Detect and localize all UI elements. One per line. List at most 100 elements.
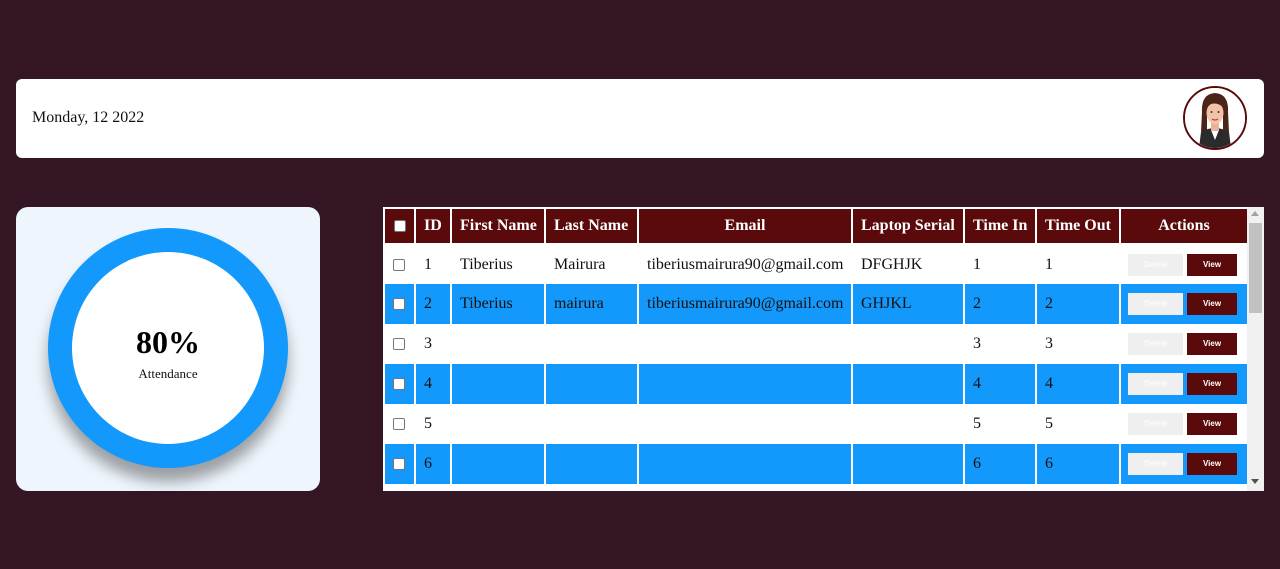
cell-time-out: 5 bbox=[1035, 404, 1121, 444]
view-button[interactable]: View bbox=[1187, 413, 1237, 435]
cell-time-out: 2 bbox=[1035, 284, 1121, 324]
cell-email bbox=[637, 364, 853, 404]
cell-id: 4 bbox=[414, 364, 452, 404]
view-button[interactable]: View bbox=[1187, 333, 1237, 355]
delete-button[interactable]: Delete bbox=[1128, 413, 1183, 435]
vertical-scrollbar[interactable] bbox=[1247, 207, 1264, 491]
cell-select bbox=[383, 444, 416, 484]
cell-actions: Delete View bbox=[1119, 284, 1249, 324]
table-row[interactable]: 4 4 4 Delete View bbox=[383, 364, 1249, 404]
column-header-actions: Actions bbox=[1119, 207, 1249, 245]
user-avatar-icon bbox=[1185, 88, 1245, 148]
cell-time-in: 6 bbox=[963, 444, 1037, 484]
cell-id: 6 bbox=[414, 444, 452, 484]
column-header-first-name[interactable]: First Name bbox=[450, 207, 546, 245]
cell-time-in: 4 bbox=[963, 364, 1037, 404]
cell-email: tiberiusmairura90@gmail.com bbox=[637, 244, 853, 284]
column-header-id[interactable]: ID bbox=[414, 207, 452, 245]
cell-last-name bbox=[544, 324, 639, 364]
cell-last-name bbox=[544, 404, 639, 444]
cell-first-name: Tiberius bbox=[450, 244, 546, 284]
table-row[interactable]: 5 5 5 Delete View bbox=[383, 404, 1249, 444]
cell-email: tiberiusmairura90@gmail.com bbox=[637, 284, 853, 324]
cell-id: 3 bbox=[414, 324, 452, 364]
column-header-time-out[interactable]: Time Out bbox=[1035, 207, 1121, 245]
cell-actions: Delete View bbox=[1119, 404, 1249, 444]
select-all-header bbox=[383, 207, 416, 245]
delete-button[interactable]: Delete bbox=[1128, 333, 1183, 355]
cell-email bbox=[637, 444, 853, 484]
cell-time-out: 6 bbox=[1035, 444, 1121, 484]
cell-email bbox=[637, 404, 853, 444]
column-header-laptop-serial[interactable]: Laptop Serial bbox=[851, 207, 965, 245]
cell-time-in: 3 bbox=[963, 324, 1037, 364]
cell-time-out: 3 bbox=[1035, 324, 1121, 364]
delete-button[interactable]: Delete bbox=[1128, 373, 1183, 395]
cell-actions: Delete View bbox=[1119, 324, 1249, 364]
column-header-time-in[interactable]: Time In bbox=[963, 207, 1037, 245]
attendance-ring: 80% Attendance bbox=[48, 228, 288, 468]
cell-select bbox=[383, 404, 416, 444]
attendance-table: ID First Name Last Name Email Laptop Ser… bbox=[383, 207, 1249, 484]
cell-last-name bbox=[544, 364, 639, 404]
delete-button[interactable]: Delete bbox=[1128, 453, 1183, 475]
cell-laptop-serial: DFGHJK bbox=[851, 244, 965, 284]
column-header-last-name[interactable]: Last Name bbox=[544, 207, 639, 245]
view-button[interactable]: View bbox=[1187, 373, 1237, 395]
cell-id: 2 bbox=[414, 284, 452, 324]
view-button[interactable]: View bbox=[1187, 453, 1237, 475]
cell-id: 5 bbox=[414, 404, 452, 444]
current-date: Monday, 12 2022 bbox=[32, 109, 145, 126]
attendance-card: 80% Attendance bbox=[16, 207, 320, 491]
delete-button[interactable]: Delete bbox=[1128, 253, 1183, 276]
attendance-percent: 80% bbox=[136, 324, 200, 360]
cell-last-name bbox=[544, 444, 639, 484]
cell-first-name bbox=[450, 364, 546, 404]
table-row[interactable]: 1 Tiberius Mairura tiberiusmairura90@gmail.… bbox=[383, 244, 1249, 284]
scroll-down-arrow-icon[interactable] bbox=[1251, 479, 1259, 484]
cell-time-out: 1 bbox=[1035, 244, 1121, 284]
attendance-label: Attendance bbox=[138, 366, 198, 381]
top-bar: Monday, 12 2022 bbox=[16, 79, 1264, 158]
cell-first-name: Tiberius bbox=[450, 284, 546, 324]
cell-time-out: 4 bbox=[1035, 364, 1121, 404]
cell-actions: Delete View bbox=[1119, 444, 1249, 484]
view-button[interactable]: View bbox=[1187, 253, 1237, 276]
row-checkbox[interactable] bbox=[393, 298, 405, 311]
cell-time-in: 2 bbox=[963, 284, 1037, 324]
cell-select bbox=[383, 244, 416, 284]
row-checkbox[interactable] bbox=[393, 418, 405, 431]
cell-select bbox=[383, 324, 416, 364]
cell-last-name: mairura bbox=[544, 284, 639, 324]
cell-laptop-serial bbox=[851, 444, 965, 484]
column-header-email[interactable]: Email bbox=[637, 207, 853, 245]
cell-first-name bbox=[450, 404, 546, 444]
select-all-checkbox[interactable] bbox=[393, 220, 406, 233]
cell-actions: Delete View bbox=[1119, 244, 1249, 284]
cell-time-in: 5 bbox=[963, 404, 1037, 444]
cell-email bbox=[637, 324, 853, 364]
cell-id: 1 bbox=[414, 244, 452, 284]
scroll-up-arrow-icon[interactable] bbox=[1251, 211, 1259, 216]
cell-last-name: Mairura bbox=[544, 244, 639, 284]
attendance-table-container: ID First Name Last Name Email Laptop Ser… bbox=[383, 207, 1264, 491]
attendance-ring-inner: 80% Attendance bbox=[72, 252, 264, 444]
table-row[interactable]: 2 Tiberius mairura tiberiusmairura90@gmail.… bbox=[383, 284, 1249, 324]
delete-button[interactable]: Delete bbox=[1128, 293, 1183, 315]
cell-laptop-serial bbox=[851, 404, 965, 444]
cell-first-name bbox=[450, 444, 546, 484]
row-checkbox[interactable] bbox=[393, 458, 405, 471]
row-checkbox[interactable] bbox=[393, 378, 405, 391]
scrollbar-thumb[interactable] bbox=[1249, 223, 1262, 313]
cell-laptop-serial bbox=[851, 324, 965, 364]
table-row[interactable]: 6 6 6 Delete View bbox=[383, 444, 1249, 484]
row-checkbox[interactable] bbox=[393, 258, 405, 271]
table-row[interactable]: 3 3 3 Delete View bbox=[383, 324, 1249, 364]
view-button[interactable]: View bbox=[1187, 293, 1237, 315]
cell-actions: Delete View bbox=[1119, 364, 1249, 404]
row-checkbox[interactable] bbox=[393, 338, 405, 351]
table-body: 1 Tiberius Mairura tiberiusmairura90@gmail.… bbox=[383, 244, 1249, 484]
avatar[interactable] bbox=[1183, 86, 1247, 150]
table-header-row: ID First Name Last Name Email Laptop Ser… bbox=[383, 207, 1249, 245]
cell-select bbox=[383, 364, 416, 404]
